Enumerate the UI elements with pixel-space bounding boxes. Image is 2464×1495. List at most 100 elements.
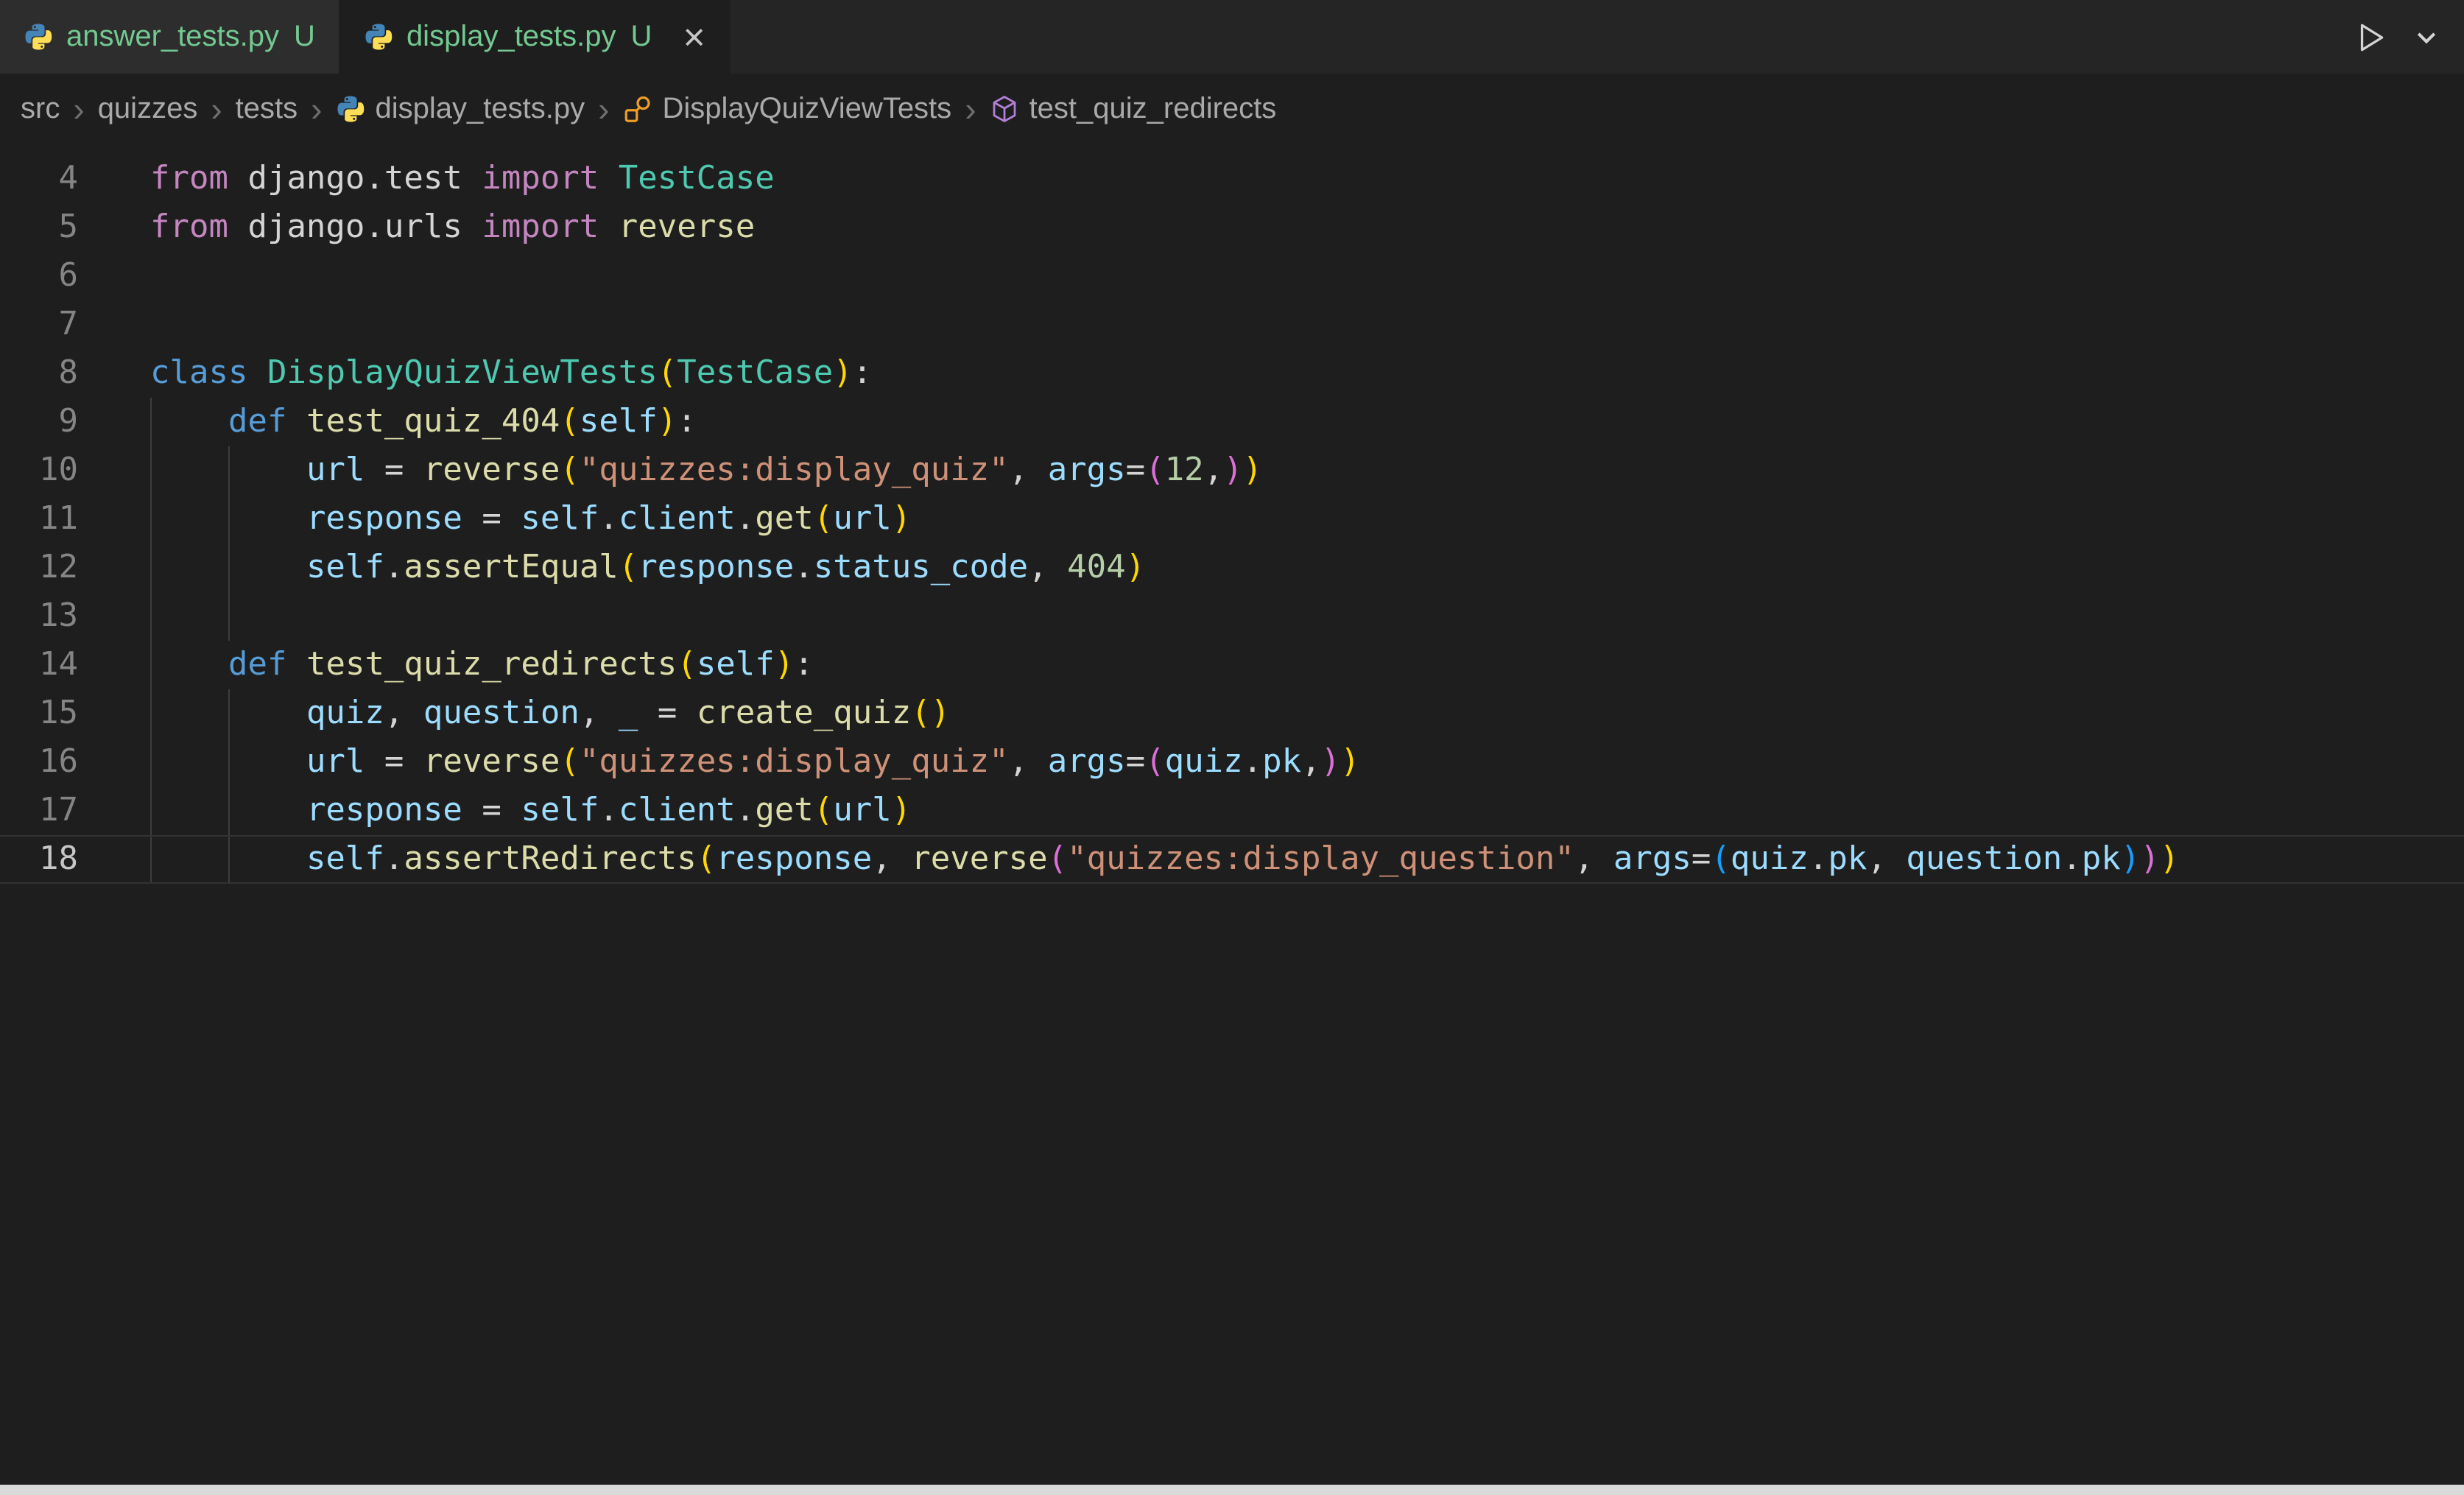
line-number[interactable]: 8 <box>0 349 78 398</box>
code-token: , <box>1009 744 1048 781</box>
code-token: self <box>580 404 658 440</box>
code-text: response = self.client.get(url) <box>78 787 911 835</box>
code-token: ( <box>814 501 834 538</box>
code-line-12[interactable]: 12 self.assertEqual(response.status_code… <box>0 544 2464 592</box>
code-token: create_quiz <box>697 695 911 732</box>
code-token: self <box>521 792 599 829</box>
code-token <box>286 647 306 683</box>
code-text: def test_quiz_404(self): <box>78 398 697 446</box>
code-token: = <box>365 452 423 489</box>
code-token: : <box>853 355 873 392</box>
code-line-10[interactable]: 10 url = reverse("quizzes:display_quiz",… <box>0 446 2464 495</box>
code-line-8[interactable]: 8class DisplayQuizViewTests(TestCase): <box>0 349 2464 398</box>
code-line-3[interactable]: 3 <box>0 144 2464 155</box>
code-line-11[interactable]: 11 response = self.client.get(url) <box>0 495 2464 544</box>
code-token: = <box>462 501 521 538</box>
line-number[interactable]: 18 <box>0 835 78 884</box>
code-token <box>286 404 306 440</box>
code-token: import <box>482 161 599 197</box>
code-token: ) <box>1340 744 1360 781</box>
code-token: def <box>228 647 287 683</box>
code-token <box>150 404 228 440</box>
git-status-badge: U <box>294 20 315 54</box>
run-icon[interactable] <box>2352 18 2389 55</box>
code-line-5[interactable]: 5from django.urls import reverse <box>0 203 2464 252</box>
python-icon <box>364 22 393 52</box>
code-token: ) <box>1223 452 1243 489</box>
code-line-15[interactable]: 15 quiz, question, _ = create_quiz() <box>0 689 2464 738</box>
breadcrumb-item-display_tests.py[interactable]: display_tests.py <box>336 92 585 126</box>
code-token: = <box>365 744 423 781</box>
line-number[interactable]: 4 <box>0 155 78 203</box>
code-token: ( <box>560 744 580 781</box>
code-editor[interactable]: 34from django.test import TestCase5from … <box>0 144 2464 1485</box>
code-token: "quizzes:display_quiz" <box>580 744 1009 781</box>
code-token: self <box>697 647 775 683</box>
breadcrumb-label: display_tests.py <box>376 92 585 126</box>
code-line-13[interactable]: 13 <box>0 592 2464 641</box>
code-token: get <box>755 501 814 538</box>
code-token: ( <box>1048 841 1068 878</box>
line-number[interactable]: 5 <box>0 203 78 252</box>
line-number[interactable]: 15 <box>0 689 78 738</box>
code-token: , <box>872 841 911 878</box>
code-token: pk <box>1262 744 1301 781</box>
code-line-14[interactable]: 14 def test_quiz_redirects(self): <box>0 641 2464 689</box>
code-text: quiz, question, _ = create_quiz() <box>78 689 950 738</box>
code-token: ( <box>911 695 931 732</box>
line-number[interactable]: 17 <box>0 787 78 835</box>
code-token: . <box>736 501 756 538</box>
code-token <box>150 452 306 489</box>
code-token: , <box>1867 841 1906 878</box>
breadcrumb-item-test_quiz_redirects[interactable]: test_quiz_redirects <box>990 92 1277 126</box>
code-token: ( <box>1145 452 1165 489</box>
code-token: ) <box>2121 841 2141 878</box>
code-line-9[interactable]: 9 def test_quiz_404(self): <box>0 398 2464 446</box>
line-number[interactable]: 11 <box>0 495 78 544</box>
code-line-18[interactable]: 18 self.assertRedirects(response, revers… <box>0 835 2464 884</box>
code-token: = <box>1126 744 1146 781</box>
code-token: DisplayQuizViewTests <box>267 355 658 392</box>
code-line-6[interactable]: 6 <box>0 252 2464 300</box>
code-token <box>150 841 306 878</box>
code-line-4[interactable]: 4from django.test import TestCase <box>0 155 2464 203</box>
code-token: reverse <box>423 744 560 781</box>
breadcrumb-item-DisplayQuizViewTests[interactable]: DisplayQuizViewTests <box>622 92 951 126</box>
line-number[interactable]: 14 <box>0 641 78 689</box>
code-token: ( <box>658 355 677 392</box>
breadcrumb-item-quizzes[interactable]: quizzes <box>98 92 198 126</box>
line-number[interactable]: 16 <box>0 738 78 787</box>
code-token: client <box>619 792 736 829</box>
code-token: get <box>755 792 814 829</box>
line-number[interactable]: 13 <box>0 592 78 641</box>
code-token: self <box>521 501 599 538</box>
code-token: , <box>1204 452 1224 489</box>
tab-answer_tests.py[interactable]: answer_tests.pyU <box>0 0 340 74</box>
line-number[interactable]: 3 <box>0 144 78 155</box>
breadcrumb-label: quizzes <box>98 92 198 126</box>
code-token: TestCase <box>677 355 833 392</box>
code-token: from <box>150 209 228 246</box>
chevron-down-icon[interactable] <box>2412 23 2440 51</box>
line-number[interactable]: 12 <box>0 544 78 592</box>
tab-display_tests.py[interactable]: display_tests.pyU× <box>340 0 731 74</box>
code-token: test_quiz_404 <box>306 404 560 440</box>
line-number[interactable]: 10 <box>0 446 78 495</box>
code-token: = <box>1126 452 1146 489</box>
code-line-17[interactable]: 17 response = self.client.get(url) <box>0 787 2464 835</box>
line-number[interactable]: 6 <box>0 252 78 300</box>
class-icon <box>622 94 652 124</box>
code-token: self <box>306 549 384 586</box>
code-token: ) <box>2140 841 2160 878</box>
code-token: url <box>833 501 892 538</box>
close-icon[interactable]: × <box>683 22 705 52</box>
breadcrumb-item-src[interactable]: src <box>21 92 60 126</box>
code-token: quiz <box>1731 841 1809 878</box>
line-number[interactable]: 9 <box>0 398 78 446</box>
code-line-7[interactable]: 7 <box>0 300 2464 349</box>
code-token: reverse <box>911 841 1047 878</box>
code-line-16[interactable]: 16 url = reverse("quizzes:display_quiz",… <box>0 738 2464 787</box>
code-token: ) <box>892 501 912 538</box>
breadcrumb-item-tests[interactable]: tests <box>236 92 298 126</box>
line-number[interactable]: 7 <box>0 300 78 349</box>
